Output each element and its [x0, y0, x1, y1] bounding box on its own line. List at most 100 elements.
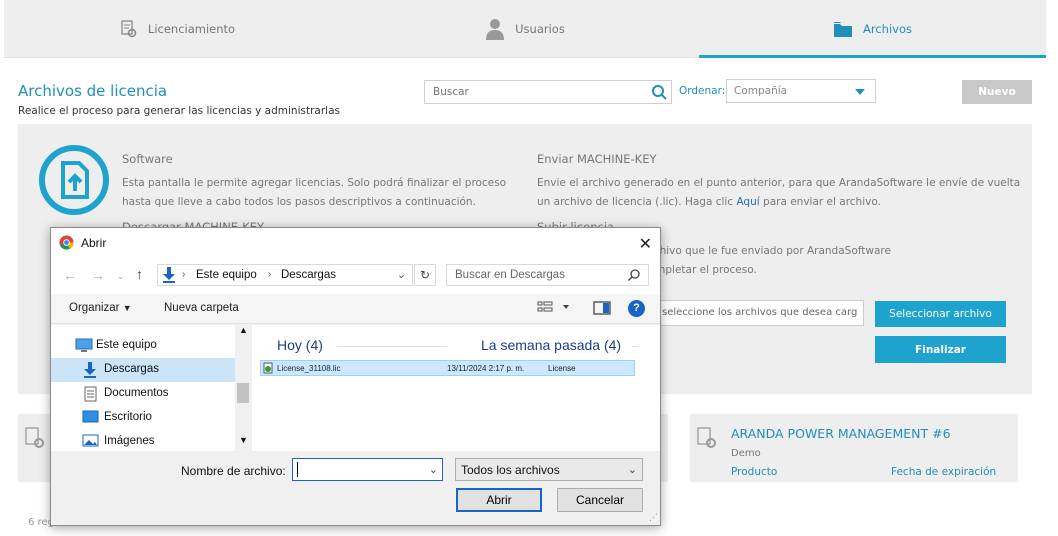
software-text: Esta pantalla le permite agregar licenci… — [122, 174, 506, 212]
upload-file-icon — [38, 144, 110, 219]
select-file-button[interactable]: Seleccionar archivo — [875, 301, 1006, 327]
software-text-line: Esta pantalla le permite agregar licenci… — [122, 177, 507, 189]
search-box — [424, 80, 672, 104]
tree-item-escritorio[interactable]: Escritorio — [51, 406, 235, 430]
license-gear-icon — [24, 426, 46, 453]
folder-icon — [833, 21, 853, 38]
finish-button[interactable]: Finalizar — [875, 336, 1006, 363]
new-folder-button[interactable]: Nueva carpeta — [164, 302, 239, 314]
chrome-icon — [59, 235, 74, 253]
file-row[interactable]: License_31108.lic 13/11/2024 2:17 p. m. … — [260, 360, 635, 376]
file-list: Hoy (4) La semana pasada (4) License_311… — [252, 325, 660, 451]
send-text-part: para enviar el archivo. — [759, 196, 881, 208]
tree-item-documentos[interactable]: Documentos — [51, 382, 235, 406]
images-icon — [82, 434, 99, 451]
organize-menu[interactable]: Organizar ▼ — [69, 302, 132, 314]
file-date: 13/11/2024 2:17 p. m. — [447, 364, 525, 373]
forward-arrow-icon[interactable]: → — [91, 267, 105, 283]
breadcrumb-este-equipo[interactable]: Este equipo — [196, 269, 257, 281]
preview-pane-icon[interactable] — [593, 300, 611, 319]
filename-input[interactable]: ⌄ — [292, 458, 443, 481]
app-root: Licenciamiento Usuarios Archivos Archivo… — [0, 0, 1058, 536]
tree-item-label: Imágenes — [104, 435, 155, 447]
breadcrumb-descargas[interactable]: Descargas — [281, 269, 336, 281]
active-tab-indicator — [699, 55, 1046, 58]
scroll-thumb[interactable] — [237, 383, 249, 403]
resize-grip-icon[interactable]: ⋰ — [649, 512, 658, 523]
tab-usuarios[interactable]: Usuarios — [351, 0, 699, 58]
dialog-bottom-bar: Nombre de archivo: ⌄ Todos los archivos … — [51, 451, 660, 525]
filename-label: Nombre de archivo: — [181, 464, 286, 478]
tree-item-label: Escritorio — [104, 411, 152, 423]
file-type: License — [548, 364, 576, 373]
order-label: Ordenar: — [679, 85, 726, 97]
tab-label: Usuarios — [515, 22, 565, 36]
software-text-line: hasta que lleve a cabo todos los pasos d… — [122, 196, 476, 208]
folder-tree: Este equipo Descargas Documentos Escrito… — [51, 325, 251, 451]
main-tabs: Licenciamiento Usuarios Archivos — [4, 0, 1046, 58]
tree-item-label: Este equipo — [96, 339, 157, 351]
scroll-up-icon[interactable]: ▲ — [239, 325, 248, 335]
search-icon — [628, 269, 640, 284]
license-file-input[interactable]: seleccione los archivos que desea carg — [658, 300, 864, 326]
dialog-search-input[interactable]: Buscar en Descargas — [446, 264, 649, 286]
dialog-search-placeholder: Buscar en Descargas — [455, 269, 565, 281]
search-icon[interactable] — [651, 84, 667, 103]
help-icon[interactable]: ? — [628, 300, 645, 317]
tab-label: Archivos — [863, 22, 912, 36]
new-button[interactable]: Nuevo — [962, 80, 1032, 104]
software-title: Software — [122, 152, 173, 166]
close-icon[interactable]: ✕ — [639, 234, 652, 254]
caret-down-icon: ▼ — [122, 303, 132, 313]
back-arrow-icon[interactable]: ← — [63, 267, 77, 283]
view-options-icon[interactable] — [537, 299, 571, 318]
organize-label: Organizar — [69, 302, 120, 314]
group-divider — [337, 346, 447, 347]
tab-archivos[interactable]: Archivos — [699, 0, 1046, 58]
cancel-button[interactable]: Cancelar — [557, 488, 643, 512]
license-gear-icon — [696, 426, 718, 453]
tree-item-label: Descargas — [104, 363, 159, 375]
download-arrow-icon — [83, 362, 97, 381]
recent-chevron-icon[interactable]: ⌄ — [117, 271, 125, 282]
page-subtitle: Realice el proceso para generar las lice… — [18, 105, 340, 117]
breadcrumb-separator: › — [268, 269, 272, 280]
tree-item-este-equipo[interactable]: Este equipo — [51, 334, 235, 358]
text-cursor — [297, 462, 298, 477]
license-card[interactable]: ARANDA POWER MANAGEMENT #6 Demo Producto… — [690, 414, 1018, 482]
tree-scrollbar[interactable]: ▲ ▼ — [235, 325, 251, 451]
filetype-select[interactable]: Todos los archivos ⌄ — [455, 458, 643, 481]
dialog-title: Abrir — [81, 236, 107, 250]
send-machine-key-title: Enviar MACHINE-KEY — [537, 152, 657, 166]
filetype-value: Todos los archivos — [461, 463, 560, 477]
order-select-value: Compañía — [734, 85, 788, 97]
download-arrow-icon — [162, 267, 176, 286]
refresh-icon[interactable]: ↻ — [414, 264, 436, 286]
up-arrow-icon[interactable]: ↑ — [136, 266, 143, 282]
order-select[interactable]: Compañía — [726, 79, 876, 103]
dialog-nav-bar: ← → ⌄ ↑ › Este equipo › Descargas ⌄ ↻ Bu… — [51, 258, 660, 294]
computer-icon — [75, 338, 93, 356]
scroll-down-icon[interactable]: ▼ — [239, 435, 248, 445]
address-bar[interactable]: › Este equipo › Descargas ⌄ — [157, 264, 413, 286]
card-title[interactable]: ARANDA POWER MANAGEMENT #6 — [731, 426, 951, 441]
breadcrumb-separator: › — [182, 269, 186, 280]
search-input[interactable] — [425, 81, 640, 103]
send-here-link[interactable]: Aquí — [736, 196, 759, 208]
open-button[interactable]: Abrir — [456, 488, 542, 512]
chevron-down-icon[interactable]: ⌄ — [429, 463, 438, 476]
dialog-titlebar[interactable]: Abrir ✕ — [51, 228, 660, 258]
card-subtitle: Demo — [731, 448, 761, 459]
send-text-line: Envie el archivo generado en el punto an… — [537, 177, 1021, 189]
chevron-down-icon — [855, 89, 865, 95]
tab-licenciamiento[interactable]: Licenciamiento — [4, 0, 351, 58]
group-header-last-week[interactable]: La semana pasada (4) — [481, 337, 621, 353]
group-header-today[interactable]: Hoy (4) — [277, 337, 323, 353]
group-divider — [632, 346, 638, 347]
tree-item-descargas[interactable]: Descargas — [51, 358, 235, 382]
chevron-down-icon[interactable]: ⌄ — [397, 268, 406, 281]
open-file-dialog: Abrir ✕ ← → ⌄ ↑ › Este equipo › Descarga… — [50, 227, 661, 526]
user-icon — [485, 18, 505, 40]
dialog-toolbar: Organizar ▼ Nueva carpeta ? — [51, 294, 660, 324]
send-text: Envie el archivo generado en el punto an… — [537, 174, 1020, 212]
